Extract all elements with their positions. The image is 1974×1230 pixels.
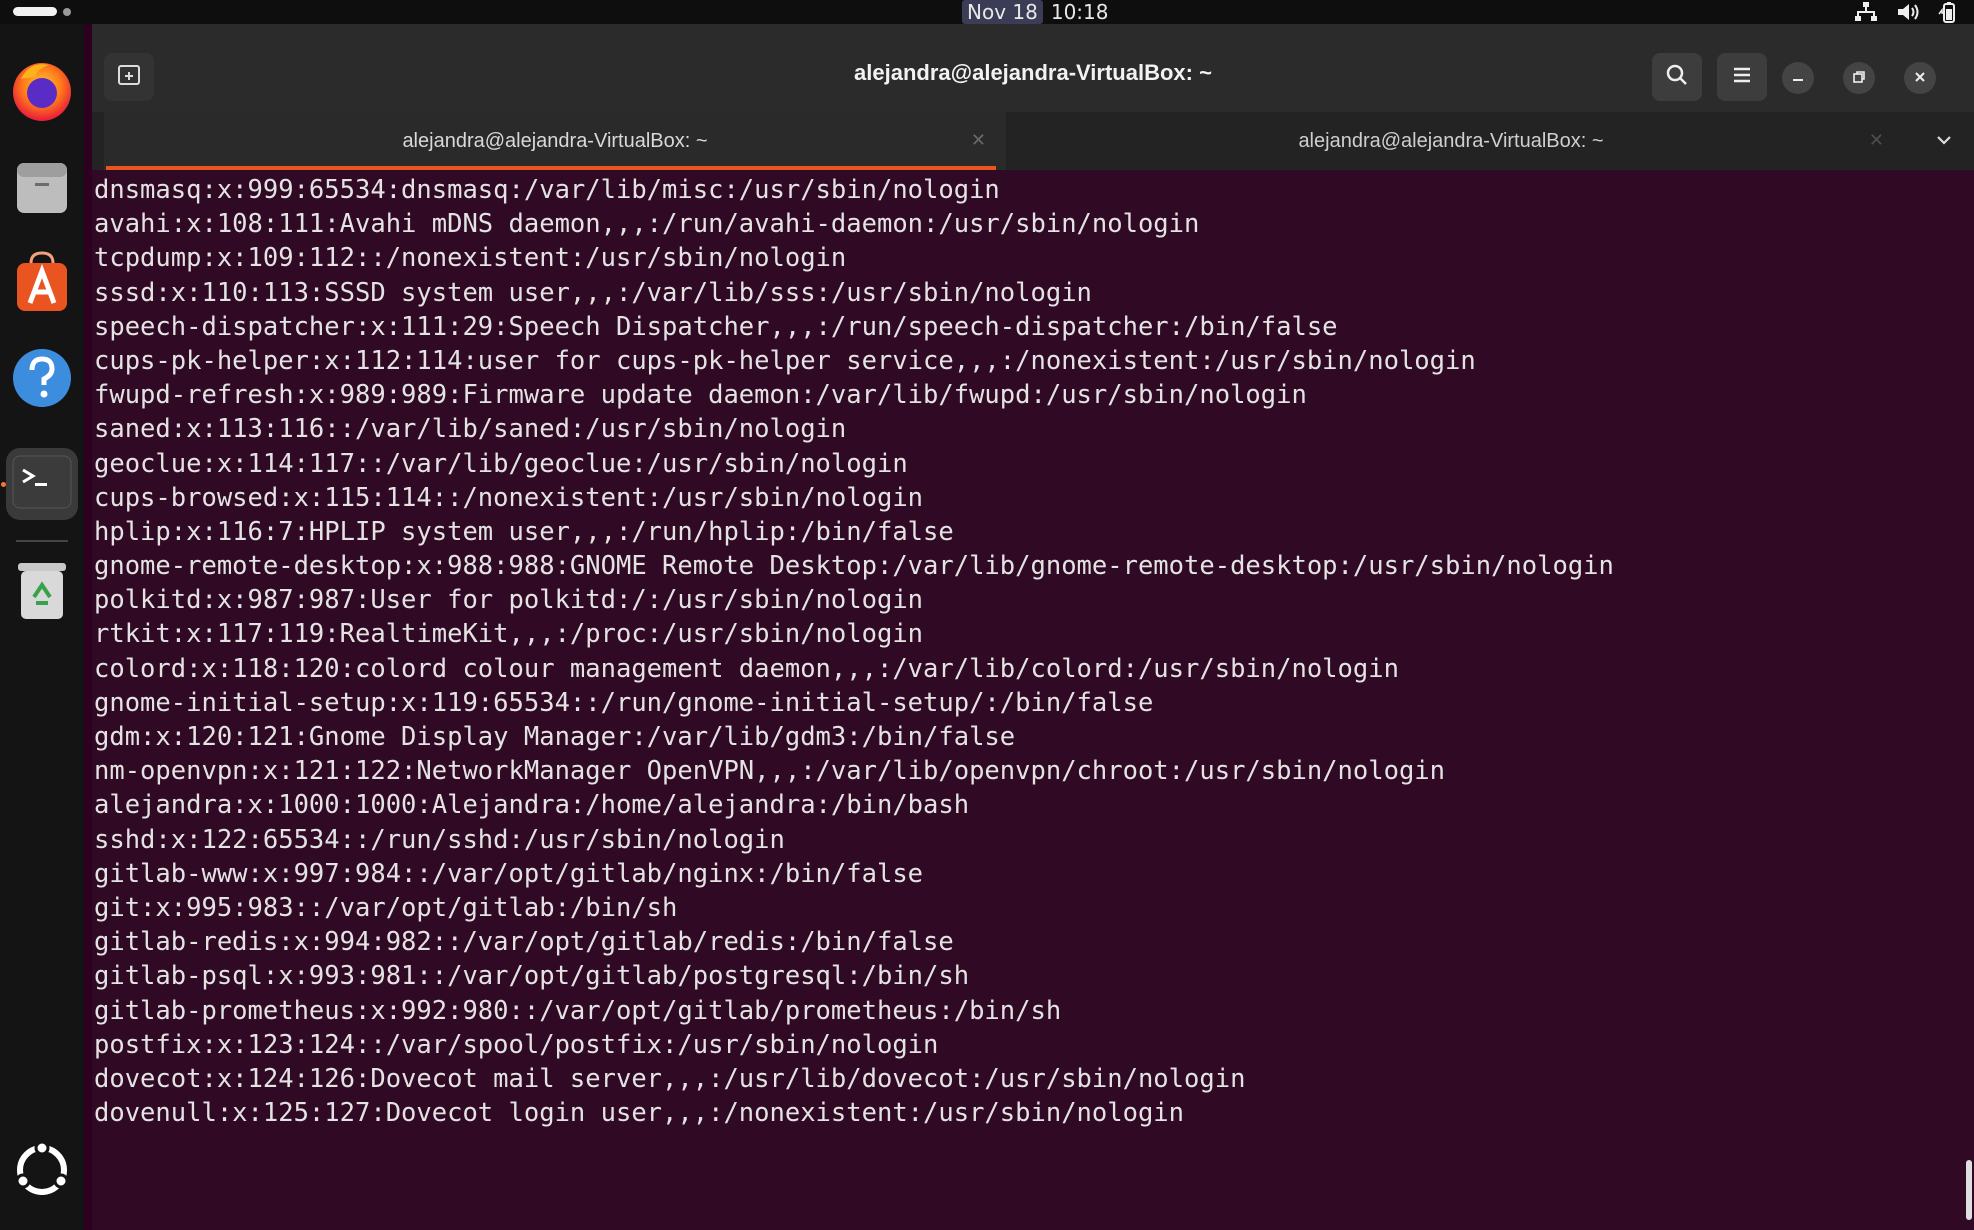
show-apps-icon xyxy=(12,1140,72,1204)
trash-icon xyxy=(12,557,72,627)
terminal-output[interactable]: dnsmasq:x:999:65534:dnsmasq:/var/lib/mis… xyxy=(92,170,1974,1230)
tab-close-icon[interactable]: ✕ xyxy=(971,130,986,151)
terminal-icon xyxy=(11,454,73,514)
search-icon xyxy=(1665,63,1689,91)
terminal-line: cups-browsed:x:115:114::/nonexistent:/us… xyxy=(94,482,924,513)
terminal-line: sshd:x:122:65534::/run/sshd:/usr/sbin/no… xyxy=(94,824,785,855)
terminal-line: colord:x:118:120:colord colour managemen… xyxy=(94,653,1399,684)
terminal-line: gitlab-www:x:997:984::/var/opt/gitlab/ng… xyxy=(94,858,924,889)
activities-indicator[interactable] xyxy=(13,7,71,16)
terminal-line: gdm:x:120:121:Gnome Display Manager:/var… xyxy=(94,722,1016,752)
minimize-button[interactable] xyxy=(1782,62,1814,94)
terminal-line: tcpdump:x:109:112::/nonexistent:/usr/sbi… xyxy=(94,243,847,274)
network-icon[interactable] xyxy=(1854,1,1878,23)
terminal-lines: dnsmasq:x:999:65534:dnsmasq:/var/lib/mis… xyxy=(94,173,1614,1130)
terminal-line: sssd:x:110:113:SSSD system user,,,:/var/… xyxy=(94,277,1092,308)
dock-app-center[interactable] xyxy=(6,248,78,320)
terminal-line: gnome-remote-desktop:x:988:988:GNOME Rem… xyxy=(94,551,1614,582)
terminal-line: hplip:x:116:7:HPLIP system user,,,:/run/… xyxy=(94,516,954,547)
dock-firefox[interactable] xyxy=(6,56,78,128)
scrollbar[interactable] xyxy=(1966,1160,1972,1220)
close-icon xyxy=(1913,69,1927,88)
terminal-line: avahi:x:108:111:Avahi mDNS daemon,,,:/ru… xyxy=(94,209,1200,240)
terminal-window: alejandra@alejandra-VirtualBox: ~ alejan… xyxy=(92,24,1974,1230)
help-icon xyxy=(9,345,75,415)
tab-terminal-1[interactable]: alejandra@alejandra-VirtualBox: ~ ✕ xyxy=(104,112,1006,170)
terminal-line: gitlab-redis:x:994:982::/var/opt/gitlab/… xyxy=(94,927,954,958)
tab-terminal-2[interactable]: alejandra@alejandra-VirtualBox: ~ ✕ xyxy=(998,112,1904,170)
terminal-line: gitlab-prometheus:x:992:980::/var/opt/gi… xyxy=(94,995,1062,1026)
terminal-line: saned:x:113:116::/var/lib/saned:/usr/sbi… xyxy=(94,414,847,445)
volume-icon[interactable] xyxy=(1896,1,1920,23)
terminal-line: dovecot:x:124:126:Dovecot mail server,,,… xyxy=(94,1063,1246,1094)
battery-icon[interactable] xyxy=(1938,1,1960,23)
terminal-line: dnsmasq:x:999:65534:dnsmasq:/var/lib/mis… xyxy=(94,175,1000,205)
dock-show-apps[interactable] xyxy=(6,1136,78,1208)
terminal-line: dovenull:x:125:127:Dovecot login user,,,… xyxy=(94,1098,1185,1129)
workspace-dot xyxy=(63,7,71,16)
chevron-down-icon[interactable] xyxy=(1934,130,1954,154)
terminal-line: fwupd-refresh:x:989:989:Firmware update … xyxy=(94,380,1307,411)
header-bar: alejandra@alejandra-VirtualBox: ~ xyxy=(92,24,1974,112)
clock[interactable]: Nov 18 10:18 xyxy=(962,0,1108,24)
minimize-icon xyxy=(1791,69,1805,88)
terminal-line: alejandra:x:1000:1000:Alejandra:/home/al… xyxy=(94,790,970,821)
terminal-line: cups-pk-helper:x:112:114:user for cups-p… xyxy=(94,345,1476,376)
app-center-icon xyxy=(9,249,75,319)
terminal-line: geoclue:x:114:117::/var/lib/geoclue:/usr… xyxy=(94,448,908,479)
dock-files[interactable] xyxy=(6,152,78,224)
terminal-line: git:x:995:983::/var/opt/gitlab:/bin/sh xyxy=(94,892,678,923)
clock-date: Nov 18 xyxy=(962,0,1043,24)
dock xyxy=(0,24,84,1230)
hamburger-menu-icon xyxy=(1732,66,1752,88)
tab-close-icon[interactable]: ✕ xyxy=(1869,130,1884,151)
dock-trash[interactable] xyxy=(6,556,78,628)
menu-button[interactable] xyxy=(1717,53,1767,101)
terminal-line: gitlab-psql:x:993:981::/var/opt/gitlab/p… xyxy=(94,961,970,992)
terminal-line: postfix:x:123:124::/var/spool/postfix:/u… xyxy=(94,1029,939,1060)
system-tray[interactable] xyxy=(1854,1,1960,23)
search-button[interactable] xyxy=(1652,53,1702,101)
files-icon xyxy=(9,153,75,223)
dock-separator xyxy=(16,540,68,542)
tab-label: alejandra@alejandra-VirtualBox: ~ xyxy=(1298,129,1604,152)
terminal-line: gnome-initial-setup:x:119:65534::/run/gn… xyxy=(94,687,1154,718)
firefox-icon xyxy=(9,57,75,127)
top-bar: Nov 18 10:18 xyxy=(0,0,1974,24)
maximize-button[interactable] xyxy=(1843,62,1875,94)
workspace-pill xyxy=(13,7,57,16)
close-window-button[interactable] xyxy=(1904,62,1936,94)
terminal-line: speech-dispatcher:x:111:29:Speech Dispat… xyxy=(94,311,1338,342)
clock-time: 10:18 xyxy=(1050,0,1109,24)
dock-terminal[interactable] xyxy=(6,448,78,520)
terminal-line: nm-openvpn:x:121:122:NetworkManager Open… xyxy=(94,756,1446,787)
tab-label: alejandra@alejandra-VirtualBox: ~ xyxy=(402,129,708,152)
terminal-line: rtkit:x:117:119:RealtimeKit,,,:/proc:/us… xyxy=(94,619,924,650)
terminal-line: polkitd:x:987:987:User for polkitd:/:/us… xyxy=(94,585,924,616)
restore-icon xyxy=(1852,69,1866,88)
tab-bar: alejandra@alejandra-VirtualBox: ~ ✕ alej… xyxy=(92,112,1974,170)
dock-help[interactable] xyxy=(6,344,78,416)
